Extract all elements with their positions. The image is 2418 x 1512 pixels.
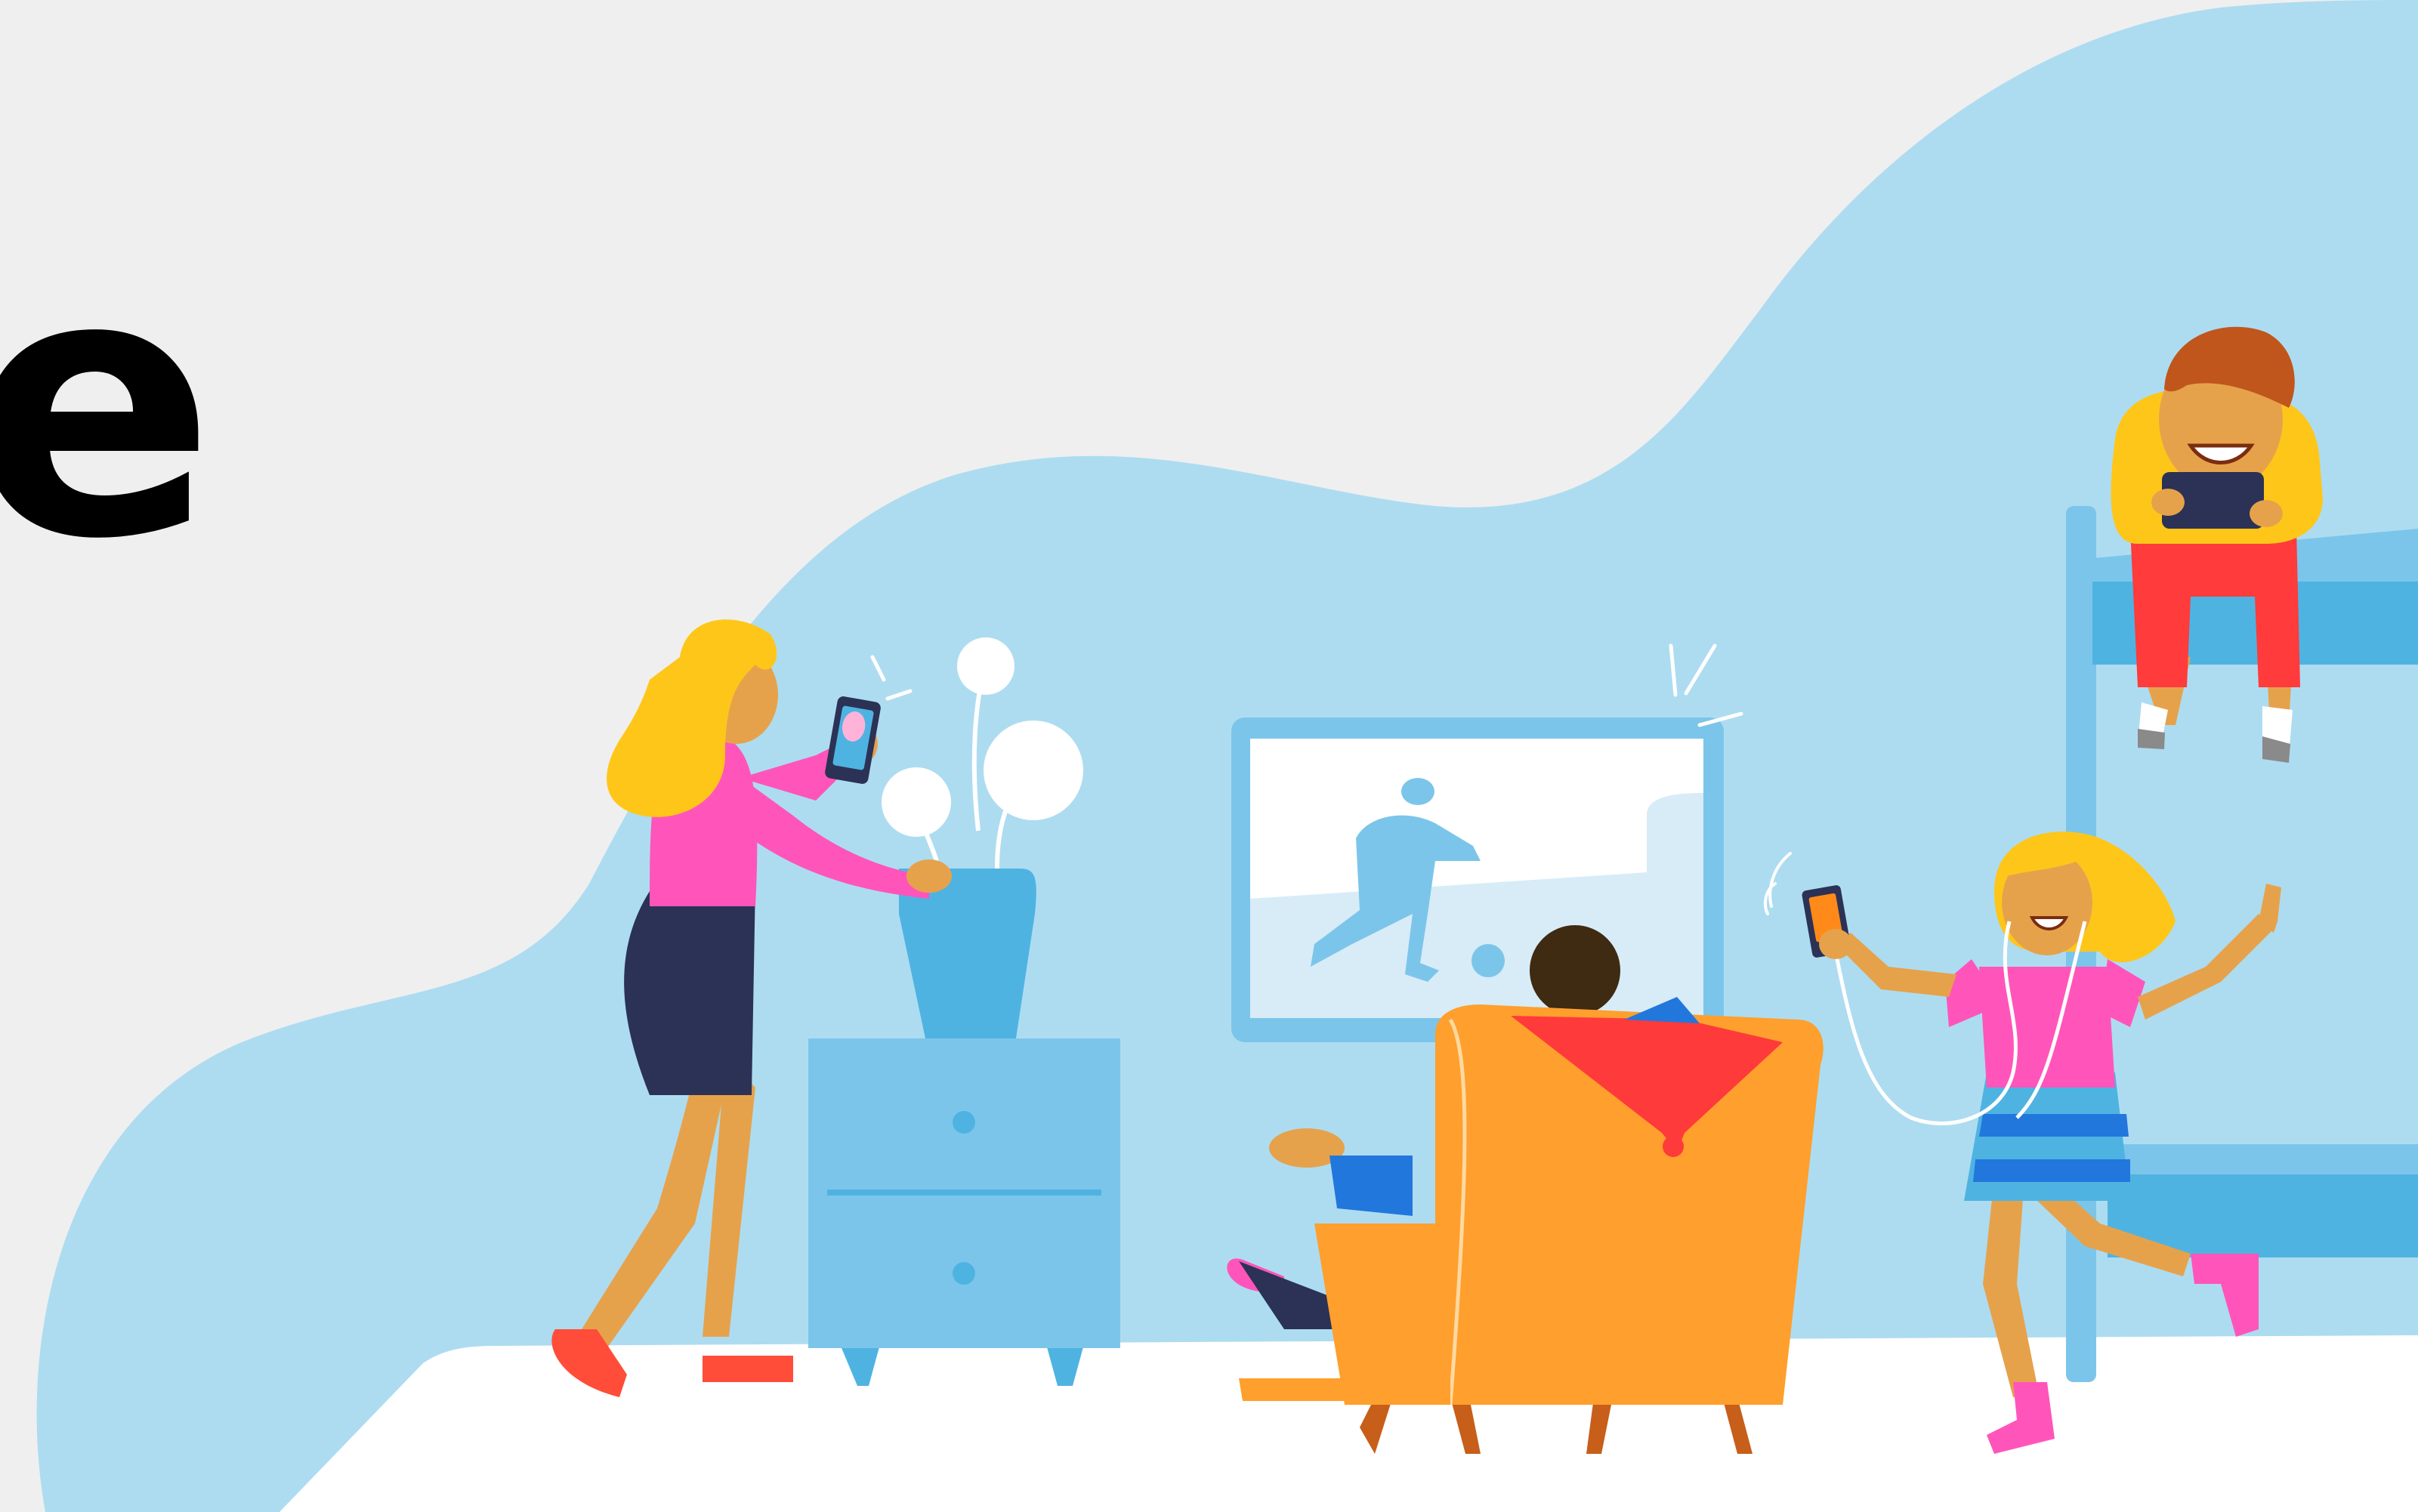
nightstand-icon (808, 1038, 1120, 1386)
family-devices-illustration (36, 0, 2418, 1512)
background-blob (36, 0, 2418, 1512)
hero-headline-fragment: e (0, 196, 216, 619)
hero-section: e (0, 0, 2418, 1512)
